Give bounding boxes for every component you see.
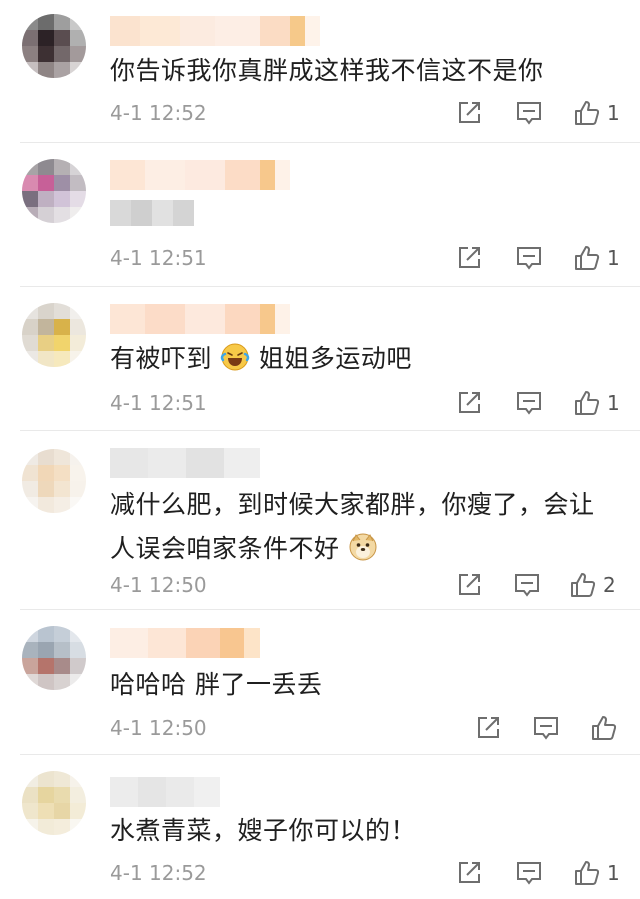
like-count: 1: [607, 246, 620, 270]
comment-item: 减什么肥，到时候大家都胖，你瘦了，会让 人误会咱家条件不好 4-1 12:50 …: [0, 431, 640, 609]
comment-item: 水煮青菜，嫂子你可以的！ 4-1 12:52 1: [0, 755, 640, 899]
comment-text-part: 姐姐多运动吧: [258, 344, 412, 373]
like-button[interactable]: 1: [573, 243, 620, 273]
comment-item: 4-1 12:51 1: [0, 143, 640, 286]
share-button[interactable]: [455, 98, 483, 128]
comment-text-part: 有被吓到: [110, 344, 213, 373]
share-icon: [459, 392, 480, 413]
like-button[interactable]: 2: [569, 570, 616, 600]
thumbs-up-icon: [575, 861, 600, 885]
username-blurred[interactable]: [110, 777, 220, 807]
share-button[interactable]: [474, 713, 502, 743]
thumbs-up-icon: [575, 391, 600, 415]
thumbs-up-icon: [575, 101, 600, 125]
avatar[interactable]: [22, 771, 86, 835]
like-button[interactable]: 1: [573, 858, 620, 888]
laugh-cry-emoji: [221, 343, 250, 371]
reply-button[interactable]: [532, 713, 560, 743]
comment-icon: [517, 862, 541, 885]
share-icon: [459, 247, 480, 268]
avatar[interactable]: [22, 303, 86, 367]
comment-icon: [517, 102, 541, 125]
comment-text-line: 减什么肥，到时候大家都胖，你瘦了，会让: [110, 490, 595, 519]
like-count: 1: [607, 391, 620, 415]
comment-actions: [474, 713, 634, 743]
share-button[interactable]: [455, 858, 483, 888]
like-button[interactable]: 1: [573, 98, 620, 128]
comment-time: 4-1 12:50: [110, 716, 207, 740]
comment-text: 减什么肥，到时候大家都胖，你瘦了，会让 人误会咱家条件不好: [110, 483, 620, 571]
comment-icon: [534, 717, 558, 740]
comment-item: 有被吓到 姐姐多运动吧 4-1 12:51 1: [0, 287, 640, 430]
comment-text: 有被吓到 姐姐多运动吧: [110, 337, 620, 381]
comment-time: 4-1 12:51: [110, 391, 207, 415]
comment-actions: 1: [455, 388, 635, 418]
comment-actions: 1: [455, 243, 635, 273]
like-button[interactable]: 1: [573, 388, 620, 418]
like-count: 2: [603, 573, 616, 597]
comment-time: 4-1 12:52: [110, 101, 207, 125]
avatar[interactable]: [22, 14, 86, 78]
share-icon: [478, 717, 499, 738]
share-icon: [459, 102, 480, 123]
comment-time: 4-1 12:52: [110, 861, 207, 885]
share-icon: [459, 574, 480, 595]
username-blurred[interactable]: [110, 16, 320, 46]
comment-icon: [517, 392, 541, 415]
avatar[interactable]: [22, 449, 86, 513]
share-button[interactable]: [455, 570, 483, 600]
share-button[interactable]: [455, 243, 483, 273]
thumbs-up-icon: [571, 573, 596, 597]
username-blurred[interactable]: [110, 304, 290, 334]
reply-button[interactable]: [515, 388, 543, 418]
thumbs-up-icon: [592, 716, 617, 740]
username-blurred[interactable]: [110, 448, 260, 478]
reply-button[interactable]: [515, 98, 543, 128]
username-blurred[interactable]: [110, 160, 290, 190]
share-icon: [459, 862, 480, 883]
comment-text-part: 人误会咱家条件不好: [110, 534, 340, 563]
share-button[interactable]: [455, 388, 483, 418]
comment-icon: [515, 574, 539, 597]
comment-text: 你告诉我你真胖成这样我不信这不是你: [110, 56, 544, 85]
comment-text-blurred: [110, 200, 194, 226]
doge-emoji: [349, 533, 377, 561]
reply-button[interactable]: [515, 243, 543, 273]
like-button[interactable]: [590, 713, 624, 743]
comment-time: 4-1 12:51: [110, 246, 207, 270]
comment-actions: 1: [455, 858, 635, 888]
like-count: 1: [607, 861, 620, 885]
comment-actions: 1: [455, 98, 635, 128]
username-blurred[interactable]: [110, 628, 260, 658]
avatar[interactable]: [22, 159, 86, 223]
comment-item: 哈哈哈 胖了一丢丢 4-1 12:50: [0, 610, 640, 754]
reply-button[interactable]: [515, 858, 543, 888]
comment-text: 水煮青菜，嫂子你可以的！: [110, 816, 417, 845]
comment-time: 4-1 12:50: [110, 573, 207, 597]
comment-text: 哈哈哈 胖了一丢丢: [110, 670, 323, 699]
like-count: 1: [607, 101, 620, 125]
comment-text-line: 人误会咱家条件不好: [110, 527, 620, 571]
comment-actions: 2: [455, 570, 635, 600]
comment-item: 你告诉我你真胖成这样我不信这不是你 4-1 12:52 1: [0, 0, 640, 143]
avatar[interactable]: [22, 626, 86, 690]
thumbs-up-icon: [575, 246, 600, 270]
reply-button[interactable]: [513, 570, 541, 600]
comment-icon: [517, 247, 541, 270]
